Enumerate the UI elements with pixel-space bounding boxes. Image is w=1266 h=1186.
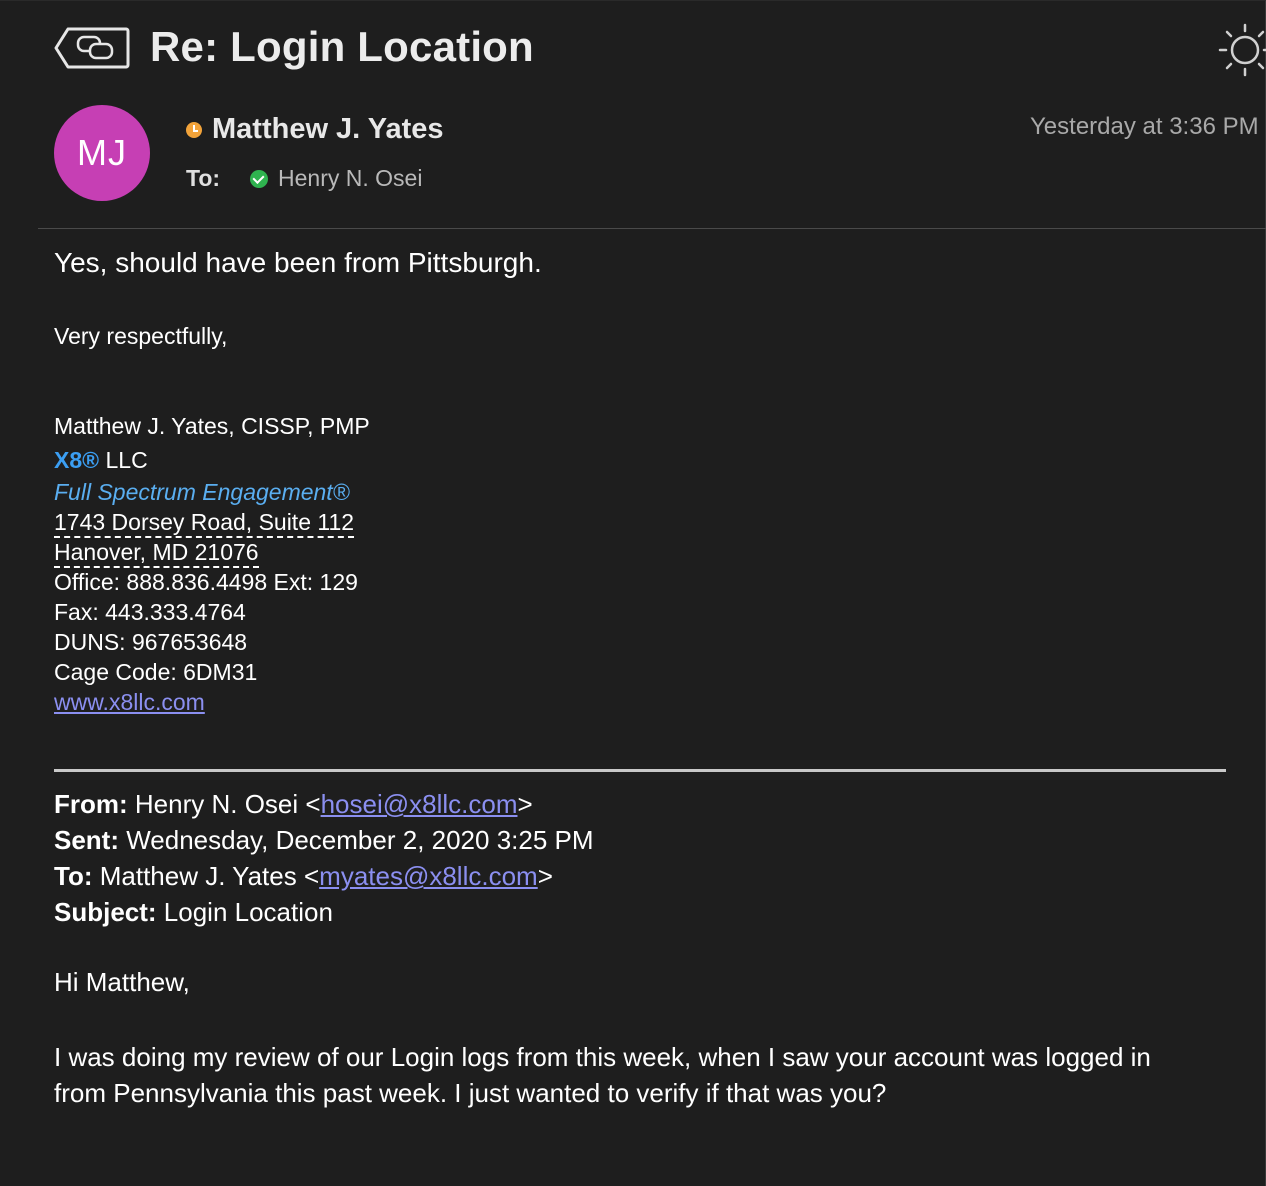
signature-office-phone: Office: 888.836.4498 Ext: 129 <box>54 569 358 595</box>
closing-text: Very respectfully, <box>54 323 228 349</box>
quoted-from-line: From: Henry N. Osei <hosei@x8llc.com> <box>54 789 533 820</box>
quoted-to-email-link[interactable]: myates@x8llc.com <box>319 861 538 891</box>
reply-text: Yes, should have been from Pittsburgh. <box>54 247 542 278</box>
company-suffix: LLC <box>99 447 148 473</box>
quoted-greeting: Hi Matthew, <box>54 967 190 997</box>
quoted-subject-label: Subject: <box>54 897 157 927</box>
quoted-sent-line: Sent: Wednesday, December 2, 2020 3:25 P… <box>54 825 594 856</box>
quoted-paragraph-line1: I was doing my review of our Login logs … <box>54 1042 1151 1072</box>
signature-name: Matthew J. Yates, CISSP, PMP <box>54 413 370 439</box>
sun-icon[interactable] <box>1218 23 1266 77</box>
quoted-from-label: From: <box>54 789 128 819</box>
email-subject: Re: Login Location <box>150 23 534 70</box>
available-check-icon <box>250 169 268 188</box>
quoted-from-email-link[interactable]: hosei@x8llc.com <box>321 789 518 819</box>
quoted-to-line: To: Matthew J. Yates <myates@x8llc.com> <box>54 861 553 892</box>
signature-tagline: Full Spectrum Engagement® <box>54 479 350 505</box>
signature-address-line2[interactable]: Hanover, MD 21076 <box>54 539 259 568</box>
header-divider <box>38 228 1266 229</box>
quoted-paragraph-line2: from Pennsylvania this past week. I just… <box>54 1078 887 1108</box>
quoted-subject-value: Login Location <box>156 897 333 927</box>
sender-name[interactable]: Matthew J. Yates <box>212 113 444 146</box>
signature-website-link[interactable]: www.x8llc.com <box>54 689 205 716</box>
brand-logo-text: X8® <box>54 447 100 473</box>
quoted-sent-value: Wednesday, December 2, 2020 3:25 PM <box>119 825 594 855</box>
signature-address-line1[interactable]: 1743 Dorsey Road, Suite 112 <box>54 509 355 538</box>
address-line2-text[interactable]: Hanover, MD 21076 <box>54 539 259 568</box>
quote-divider <box>54 769 1226 772</box>
quoted-paragraph: I was doing my review of our Login logs … <box>54 1039 1151 1111</box>
quoted-subject-line: Subject: Login Location <box>54 897 333 928</box>
signature-company: X8® LLC <box>54 447 148 474</box>
signature-duns: DUNS: 967653648 <box>54 629 248 655</box>
recipient-name[interactable]: Henry N. Osei <box>278 165 422 192</box>
away-clock-icon <box>186 121 202 138</box>
quoted-to-label: To: <box>54 861 93 891</box>
quoted-from-close: > <box>517 789 533 819</box>
quoted-to-close: > <box>537 861 553 891</box>
message-timestamp: Yesterday at 3:36 PM <box>1030 113 1259 140</box>
quoted-sent-label: Sent: <box>54 825 119 855</box>
recipient-row: To: Henry N. Osei <box>186 165 422 192</box>
sender-row: Matthew J. Yates <box>186 113 444 146</box>
signature-cage-code: Cage Code: 6DM31 <box>54 659 258 685</box>
to-label: To: <box>186 165 221 191</box>
quoted-to-name: Matthew J. Yates < <box>92 861 320 891</box>
message-header: Re: Login Location <box>0 1 1266 101</box>
conversation-back-icon[interactable] <box>54 27 130 69</box>
reading-pane: Re: Login Location MJ Matthew J. Yates Y… <box>0 0 1266 1186</box>
quoted-from-name: Henry N. Osei < <box>127 789 321 819</box>
address-line1-text[interactable]: 1743 Dorsey Road, Suite 112 <box>54 509 355 538</box>
avatar[interactable]: MJ <box>54 105 150 201</box>
signature-fax: Fax: 443.333.4764 <box>54 599 246 625</box>
